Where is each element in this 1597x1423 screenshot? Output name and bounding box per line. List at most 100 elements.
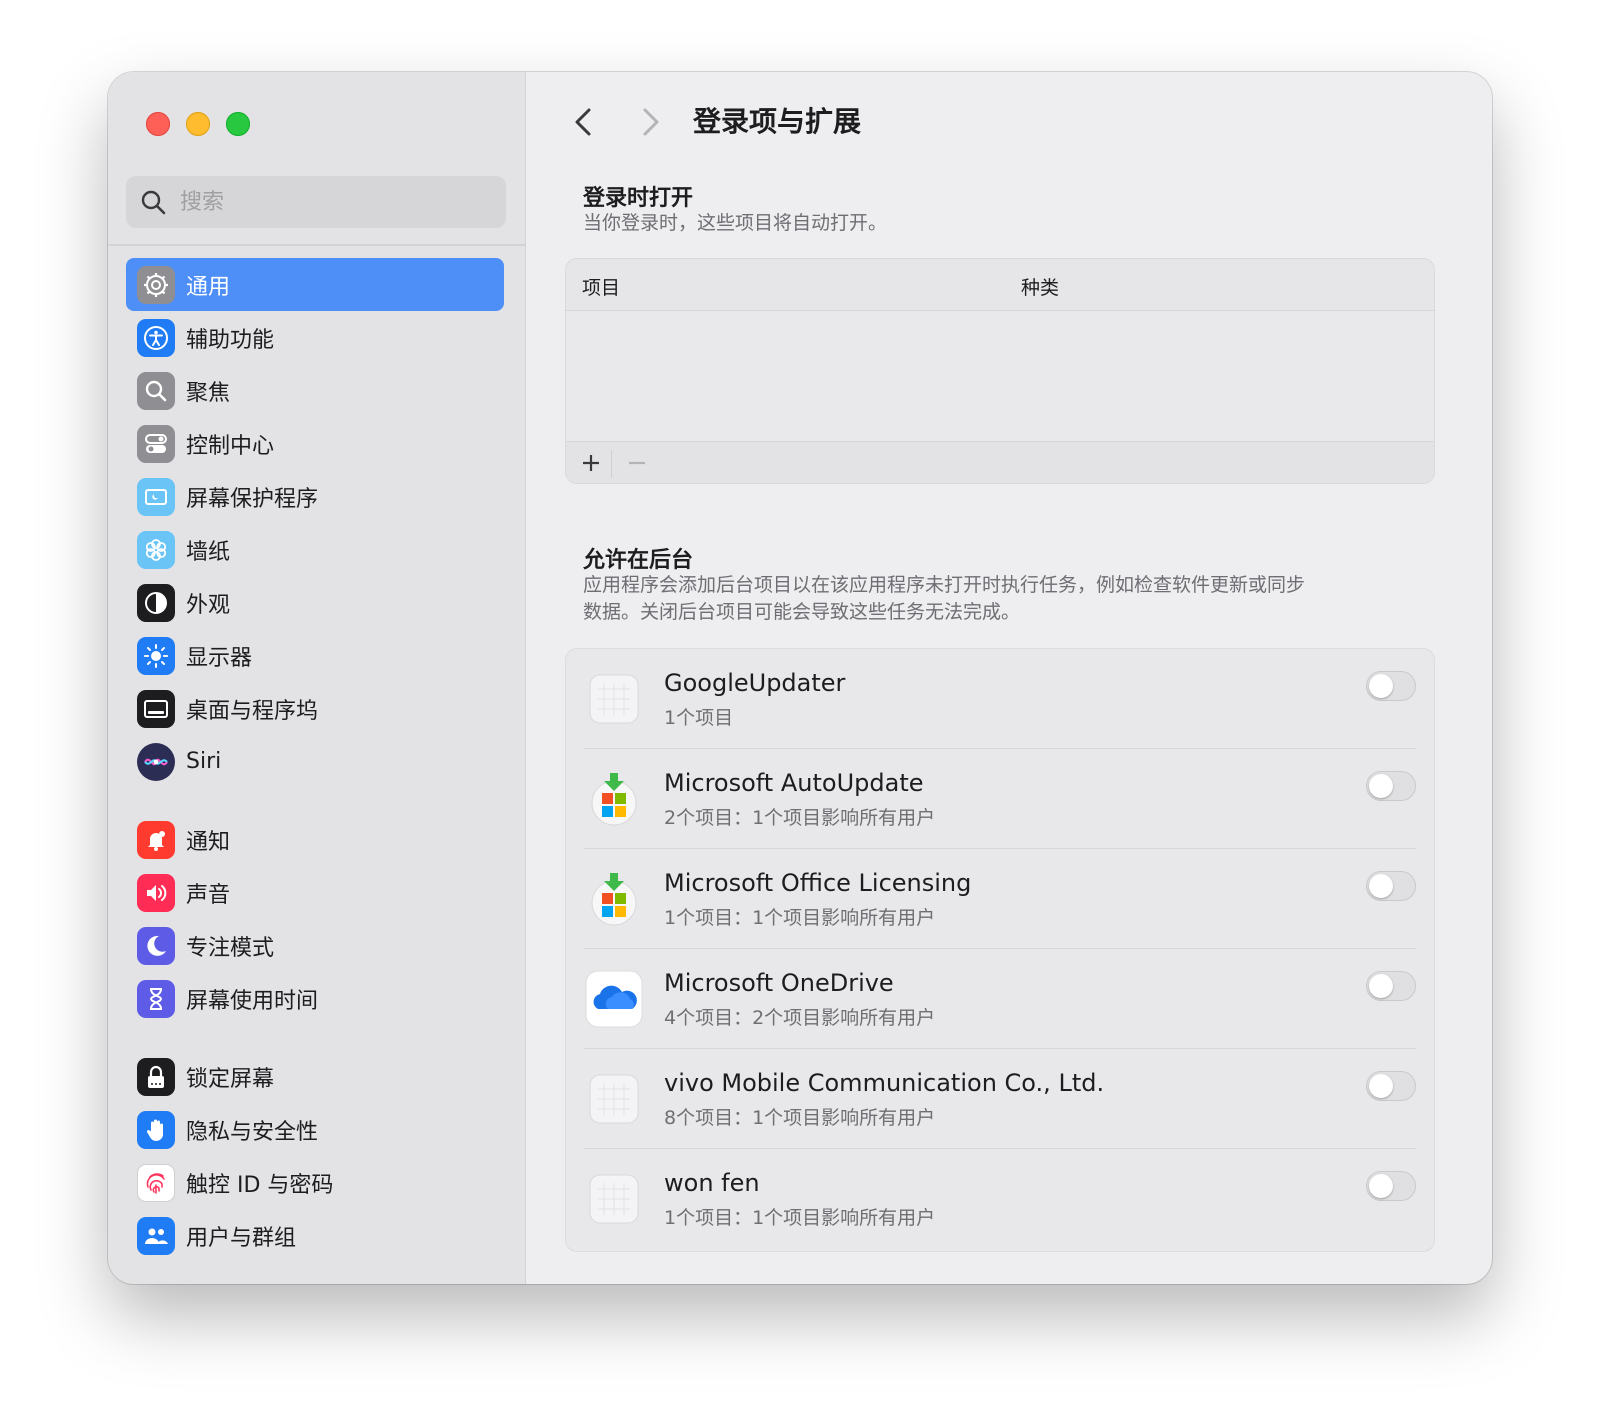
background-section-title: 允许在后台 [583,548,694,573]
minimize-button[interactable] [186,112,210,136]
toggle-switch[interactable] [1366,671,1416,701]
toggle-switch[interactable] [1366,1171,1416,1201]
close-button[interactable] [146,112,170,136]
sidebar-item-focus[interactable]: 专注模式 [126,919,504,972]
sidebar-item-label: Siri [186,749,222,774]
sidebar-item-wallpaper[interactable]: 墙纸 [126,523,504,576]
sidebar-item-label: 声音 [186,882,231,908]
sidebar: 通用 辅助功能 聚焦 控制中心 [108,72,526,1284]
sidebar-item-label: 隐私与安全性 [186,1119,319,1145]
toggle-switch[interactable] [1366,871,1416,901]
forward-chevron-icon[interactable] [635,102,665,142]
sidebar-item-label: 通知 [186,829,231,855]
zoom-button[interactable] [226,112,250,136]
sidebar-item-label: 触控 ID 与密码 [186,1172,334,1198]
list-item: Microsoft OneDrive 4个项目：2个项目影响所有用户 [566,949,1434,1049]
sidebar-item-notifications[interactable]: 通知 [126,813,504,866]
sidebar-item-label: 显示器 [186,645,253,671]
app-name: Microsoft Office Licensing [664,869,972,897]
users-icon [137,1216,175,1255]
remove-icon[interactable] [626,452,648,474]
sidebar-item-appearance[interactable]: 外观 [126,576,504,629]
sidebar-item-label: 用户与群组 [186,1225,297,1251]
gear-icon [137,265,175,304]
hand-icon [137,1110,175,1149]
add-icon[interactable] [580,452,602,474]
generic-app-icon [589,1174,639,1224]
hourglass-icon [137,979,175,1018]
sidebar-item-label: 屏幕使用时间 [186,988,319,1014]
accessibility-icon [137,318,175,357]
flower-icon [137,530,175,569]
settings-window: 通用 辅助功能 聚焦 控制中心 [108,72,1492,1284]
sidebar-item-label: 墙纸 [186,539,231,565]
sidebar-item-siri[interactable]: Siri [126,735,504,788]
search-field[interactable] [126,176,506,228]
app-subtitle: 1个项目 [664,707,734,729]
switches-icon [137,424,175,463]
list-item: Microsoft Office Licensing 1个项目：1个项目影响所有… [566,849,1434,949]
sidebar-item-label: 聚焦 [186,380,231,406]
speaker-icon [137,873,175,912]
app-name: won fen [664,1169,760,1197]
sidebar-item-desktop-dock[interactable]: 桌面与程序坞 [126,682,504,735]
sidebar-divider [108,244,526,246]
screensaver-icon [137,477,175,516]
moon-icon [137,926,175,965]
background-section-desc-line1: 应用程序会添加后台项目以在该应用程序未打开时执行任务，例如检查软件更新或同步 [583,574,1306,596]
app-subtitle: 4个项目：2个项目影响所有用户 [664,1007,936,1029]
sun-icon [137,636,175,675]
app-name: Microsoft AutoUpdate [664,769,924,797]
table-footer [566,441,1434,483]
sidebar-item-general[interactable]: 通用 [126,258,504,311]
sidebar-item-label: 专注模式 [186,935,275,961]
generic-app-icon [589,1074,639,1124]
generic-app-icon [589,674,639,724]
search-input[interactable] [180,189,480,215]
column-header-item[interactable]: 项目 [582,273,620,300]
back-chevron-icon[interactable] [569,102,599,142]
sidebar-item-touch-id[interactable]: 触控 ID 与密码 [126,1156,504,1209]
window-controls [146,112,250,136]
sidebar-item-displays[interactable]: 显示器 [126,629,504,682]
sidebar-item-privacy[interactable]: 隐私与安全性 [126,1103,504,1156]
login-section-title: 登录时打开 [583,186,694,211]
app-name: GoogleUpdater [664,669,846,697]
list-item: GoogleUpdater 1个项目 [566,649,1434,749]
appearance-icon [137,583,175,622]
main-content: 登录项与扩展 登录时打开 当你登录时，这些项目将自动打开。 项目 种类 允许在后… [527,72,1492,1284]
sidebar-item-label: 外观 [186,592,231,618]
app-subtitle: 1个项目：1个项目影响所有用户 [664,1207,936,1229]
fingerprint-icon [137,1163,175,1202]
column-header-kind[interactable]: 种类 [1021,273,1059,300]
app-name: Microsoft OneDrive [664,969,894,997]
bell-icon [137,820,175,859]
list-item: won fen 1个项目：1个项目影响所有用户 [566,1149,1434,1249]
sidebar-item-control-center[interactable]: 控制中心 [126,417,504,470]
sidebar-item-label: 辅助功能 [186,327,275,353]
sidebar-item-lock-screen[interactable]: 锁定屏幕 [126,1050,504,1103]
toggle-switch[interactable] [1366,1071,1416,1101]
list-item: Microsoft AutoUpdate 2个项目：1个项目影响所有用户 [566,749,1434,849]
list-item: vivo Mobile Communication Co., Ltd. 8个项目… [566,1049,1434,1149]
sidebar-item-spotlight[interactable]: 聚焦 [126,364,504,417]
sidebar-item-screensaver[interactable]: 屏幕保护程序 [126,470,504,523]
sidebar-item-sound[interactable]: 声音 [126,866,504,919]
login-items-table: 项目 种类 [565,258,1435,484]
onedrive-icon [585,970,643,1028]
sidebar-item-label: 锁定屏幕 [186,1066,275,1092]
table-header: 项目 种类 [566,259,1434,311]
dock-icon [137,689,175,728]
sidebar-item-users-groups[interactable]: 用户与群组 [126,1209,504,1262]
sidebar-item-label: 屏幕保护程序 [186,486,319,512]
login-section-desc: 当你登录时，这些项目将自动打开。 [583,212,888,234]
sidebar-item-accessibility[interactable]: 辅助功能 [126,311,504,364]
sidebar-item-label: 通用 [186,274,231,300]
app-subtitle: 1个项目：1个项目影响所有用户 [664,907,936,929]
sidebar-list: 通用 辅助功能 聚焦 控制中心 屏幕保护程序 墙纸 外观 显示器 桌面与程序坞 … [126,258,504,1262]
toggle-switch[interactable] [1366,771,1416,801]
toggle-switch[interactable] [1366,971,1416,1001]
sidebar-item-screen-time[interactable]: 屏幕使用时间 [126,972,504,1025]
app-subtitle: 8个项目：1个项目影响所有用户 [664,1107,936,1129]
search-icon [141,190,166,215]
